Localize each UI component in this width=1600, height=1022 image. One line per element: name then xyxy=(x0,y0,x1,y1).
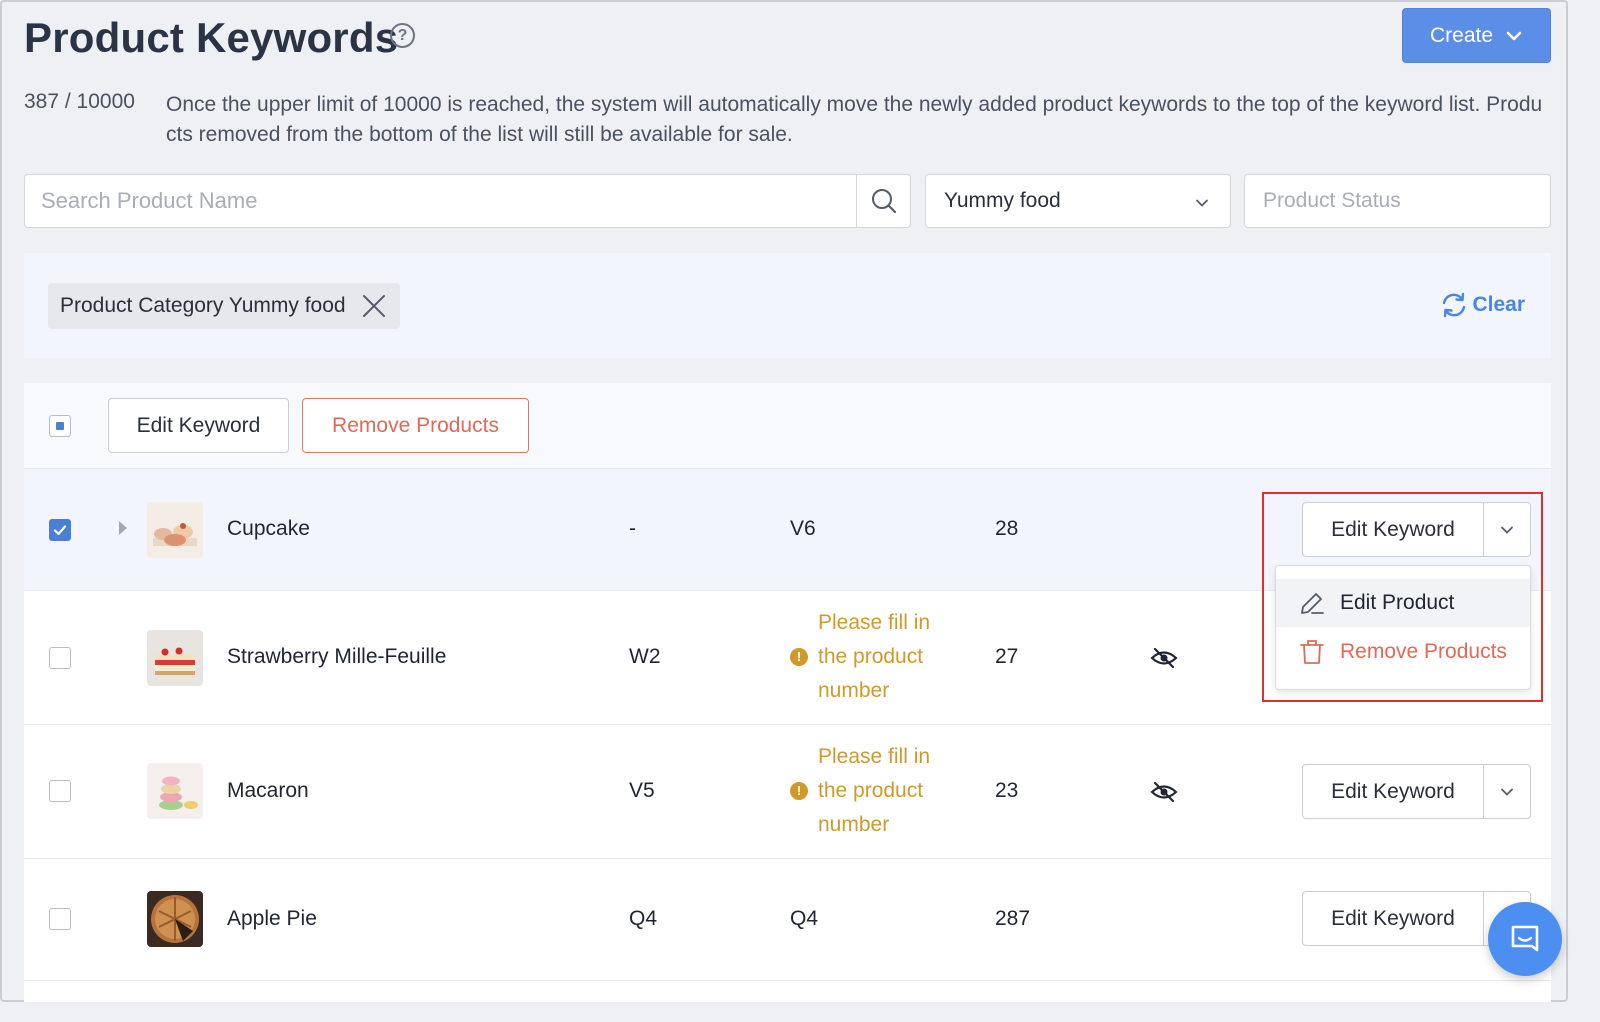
search-input[interactable] xyxy=(25,175,857,227)
row-checkbox[interactable] xyxy=(49,780,71,802)
edit-keyword-button[interactable]: Edit Keyword xyxy=(1303,765,1484,818)
bulk-edit-keyword-button[interactable]: Edit Keyword xyxy=(108,398,289,453)
annotation-highlight-box xyxy=(1262,492,1543,702)
bulk-toolbar: Edit Keyword Remove Products xyxy=(24,383,1551,469)
row-checkbox[interactable] xyxy=(49,908,71,930)
create-button[interactable]: Create xyxy=(1402,8,1551,63)
product-code: W2 xyxy=(629,645,661,668)
product-name: Strawberry Mille-Feuille xyxy=(227,645,447,668)
table-row[interactable]: Apple Pie Q4 Q4 287 Edit Keyword xyxy=(24,859,1551,981)
product-thumbnail xyxy=(147,502,203,558)
active-filter-bar: Product Category Yummy food Clear xyxy=(24,253,1551,358)
product-name: Apple Pie xyxy=(227,907,317,930)
refresh-icon xyxy=(1443,292,1466,318)
chat-launcher[interactable] xyxy=(1488,902,1562,976)
product-code: Q4 xyxy=(629,907,658,930)
row-action-split-button: Edit Keyword xyxy=(1302,764,1531,819)
more-actions-toggle[interactable] xyxy=(1484,765,1530,818)
select-all-checkbox[interactable] xyxy=(49,415,71,437)
warning-icon: ! xyxy=(790,782,808,800)
chat-icon xyxy=(1511,925,1539,952)
missing-number-warning: ! Please fill in the product number xyxy=(790,606,943,708)
product-thumbnail xyxy=(147,891,203,947)
keyword-count-cell: 287 xyxy=(995,907,1031,930)
edit-keyword-button[interactable]: Edit Keyword xyxy=(1303,892,1484,945)
product-name: Macaron xyxy=(227,779,309,802)
search-box xyxy=(24,174,911,228)
product-status-select[interactable]: Product Status xyxy=(1244,174,1551,228)
keyword-count-cell: 28 xyxy=(995,517,1019,540)
product-number: Q4 xyxy=(790,907,819,930)
create-button-label: Create xyxy=(1429,23,1494,47)
keyword-count-cell: 23 xyxy=(995,779,1019,802)
search-button[interactable] xyxy=(856,175,910,227)
bulk-remove-products-button[interactable]: Remove Products xyxy=(302,398,529,453)
clear-filters-label: Clear xyxy=(1472,293,1525,316)
limit-notice: Once the upper limit of 10000 is reached… xyxy=(166,93,1543,146)
close-icon[interactable] xyxy=(362,294,386,318)
product-thumbnail xyxy=(147,763,203,819)
chevron-down-icon xyxy=(1501,788,1513,796)
row-checkbox[interactable] xyxy=(49,519,71,541)
product-thumbnail xyxy=(147,630,203,686)
clear-filters-button[interactable]: Clear xyxy=(1440,291,1525,319)
product-code: V5 xyxy=(629,779,655,802)
product-name: Cupcake xyxy=(227,517,310,540)
warning-icon: ! xyxy=(790,648,808,666)
product-code: - xyxy=(629,517,636,540)
filter-chip: Product Category Yummy food xyxy=(48,283,400,329)
category-select[interactable]: Yummy food xyxy=(925,174,1231,228)
product-number: V6 xyxy=(790,517,816,540)
page-title: Product Keywords xyxy=(24,14,399,61)
check-icon xyxy=(53,525,67,536)
warning-text: Please fill in the product number xyxy=(818,745,931,836)
chevron-down-icon xyxy=(1506,31,1522,40)
row-checkbox[interactable] xyxy=(49,647,71,669)
keyword-count: 387 / 10000 xyxy=(24,90,135,113)
filter-chip-label: Product Category Yummy food xyxy=(60,294,346,317)
warning-text: Please fill in the product number xyxy=(818,611,931,702)
missing-number-warning: ! Please fill in the product number xyxy=(790,740,943,842)
chevron-down-icon xyxy=(1196,199,1208,207)
category-select-value: Yummy food xyxy=(944,189,1061,212)
keyword-count-cell: 27 xyxy=(995,645,1019,668)
search-icon xyxy=(871,189,896,214)
product-status-placeholder: Product Status xyxy=(1263,189,1401,212)
eye-off-icon xyxy=(1150,647,1178,669)
table-row[interactable]: Macaron V5 ! Please fill in the product … xyxy=(24,725,1551,859)
question-circle-icon[interactable]: ? xyxy=(390,23,415,48)
eye-off-icon xyxy=(1150,781,1178,803)
expand-icon[interactable] xyxy=(119,521,127,535)
